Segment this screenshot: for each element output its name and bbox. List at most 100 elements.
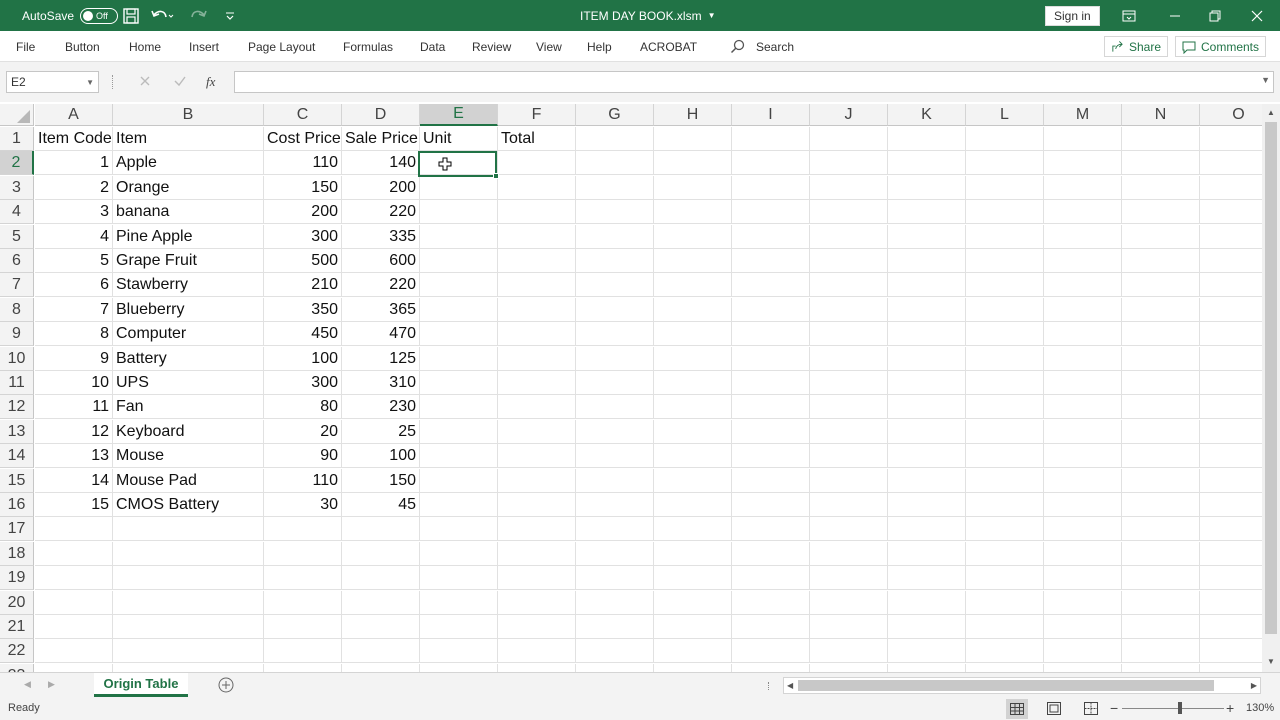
column-header-a[interactable]: A [35, 104, 113, 126]
cell-c10[interactable]: 100 [264, 347, 342, 371]
expand-formula-icon[interactable]: ▼ [1261, 75, 1270, 85]
cell-d22[interactable] [342, 639, 420, 663]
cell-f9[interactable] [498, 322, 576, 346]
cell-l6[interactable] [966, 249, 1044, 273]
cell-l7[interactable] [966, 273, 1044, 297]
worksheet-grid[interactable]: ABCDEFGHIJKLMNO 1 Item Code Item Cost Price… [0, 104, 1262, 672]
cell-m3[interactable] [1044, 176, 1122, 200]
cell-d10[interactable]: 125 [342, 347, 420, 371]
cell-b12[interactable]: Fan [113, 395, 264, 419]
cell-i3[interactable] [732, 176, 810, 200]
autosave-control[interactable]: AutoSave Off [22, 0, 119, 31]
cell-i20[interactable] [732, 591, 810, 615]
vertical-scroll-thumb[interactable] [1265, 122, 1277, 634]
page-layout-view-button[interactable] [1047, 702, 1061, 718]
cell-n17[interactable] [1122, 517, 1200, 541]
cell-a16[interactable]: 15 [35, 493, 113, 517]
cell-a23[interactable] [35, 664, 113, 672]
cell-o20[interactable] [1200, 591, 1262, 615]
column-header-c[interactable]: C [264, 104, 342, 126]
cell-e22[interactable] [420, 639, 498, 663]
cell-a17[interactable] [35, 517, 113, 541]
cell-g17[interactable] [576, 517, 654, 541]
cell-a7[interactable]: 6 [35, 273, 113, 297]
cell-e16[interactable] [420, 493, 498, 517]
cell-n9[interactable] [1122, 322, 1200, 346]
cell-k1[interactable] [888, 127, 966, 151]
cell-k8[interactable] [888, 298, 966, 322]
cell-b16[interactable]: CMOS Battery [113, 493, 264, 517]
cell-m14[interactable] [1044, 444, 1122, 468]
cell-j17[interactable] [810, 517, 888, 541]
insert-function-button[interactable]: fx [206, 74, 215, 90]
cell-a19[interactable] [35, 566, 113, 590]
cell-k6[interactable] [888, 249, 966, 273]
cell-l22[interactable] [966, 639, 1044, 663]
cell-a3[interactable]: 2 [35, 176, 113, 200]
cell-k18[interactable] [888, 542, 966, 566]
cell-l8[interactable] [966, 298, 1044, 322]
cell-n20[interactable] [1122, 591, 1200, 615]
cell-o3[interactable] [1200, 176, 1262, 200]
cell-g6[interactable] [576, 249, 654, 273]
cell-a1[interactable]: Item Code [35, 127, 113, 151]
cell-a5[interactable]: 4 [35, 225, 113, 249]
cell-e23[interactable] [420, 664, 498, 672]
cell-o23[interactable] [1200, 664, 1262, 672]
cell-g8[interactable] [576, 298, 654, 322]
zoom-slider-thumb[interactable] [1178, 702, 1182, 714]
cell-c13[interactable]: 20 [264, 420, 342, 444]
cell-i8[interactable] [732, 298, 810, 322]
tab-formulas[interactable]: Formulas [343, 31, 393, 62]
cell-k15[interactable] [888, 469, 966, 493]
cell-m12[interactable] [1044, 395, 1122, 419]
cell-a6[interactable]: 5 [35, 249, 113, 273]
zoom-out-button[interactable]: − [1110, 700, 1118, 716]
cell-m11[interactable] [1044, 371, 1122, 395]
row-header-7[interactable]: 7 [0, 273, 34, 297]
cell-e9[interactable] [420, 322, 498, 346]
name-box[interactable]: E2 ▼ [6, 71, 99, 93]
cell-h18[interactable] [654, 542, 732, 566]
cell-j7[interactable] [810, 273, 888, 297]
cell-l16[interactable] [966, 493, 1044, 517]
cell-h17[interactable] [654, 517, 732, 541]
cell-o9[interactable] [1200, 322, 1262, 346]
cell-n4[interactable] [1122, 200, 1200, 224]
tab-view[interactable]: View [536, 31, 562, 62]
cell-e19[interactable] [420, 566, 498, 590]
cell-b15[interactable]: Mouse Pad [113, 469, 264, 493]
cell-l18[interactable] [966, 542, 1044, 566]
zoom-slider[interactable] [1122, 708, 1224, 709]
cell-f19[interactable] [498, 566, 576, 590]
cell-o14[interactable] [1200, 444, 1262, 468]
cell-i14[interactable] [732, 444, 810, 468]
column-header-b[interactable]: B [113, 104, 264, 126]
cell-g14[interactable] [576, 444, 654, 468]
cell-o19[interactable] [1200, 566, 1262, 590]
cell-d21[interactable] [342, 615, 420, 639]
cell-h10[interactable] [654, 347, 732, 371]
row-header-1[interactable]: 1 [0, 127, 34, 151]
scroll-right-icon[interactable]: ▶ [1251, 681, 1257, 690]
row-header-10[interactable]: 10 [0, 347, 34, 371]
column-header-i[interactable]: I [732, 104, 810, 126]
cell-j9[interactable] [810, 322, 888, 346]
select-all-button[interactable] [0, 104, 34, 126]
cell-k20[interactable] [888, 591, 966, 615]
cell-k2[interactable] [888, 151, 966, 175]
cell-e7[interactable] [420, 273, 498, 297]
cell-b3[interactable]: Orange [113, 176, 264, 200]
cell-b19[interactable] [113, 566, 264, 590]
cell-f8[interactable] [498, 298, 576, 322]
formula-input[interactable]: ▼ [234, 71, 1274, 93]
cell-g2[interactable] [576, 151, 654, 175]
cell-d9[interactable]: 470 [342, 322, 420, 346]
cell-j20[interactable] [810, 591, 888, 615]
cell-i5[interactable] [732, 225, 810, 249]
tab-split-handle[interactable] [768, 682, 771, 690]
cell-g22[interactable] [576, 639, 654, 663]
cell-k21[interactable] [888, 615, 966, 639]
cell-o2[interactable] [1200, 151, 1262, 175]
cell-j1[interactable] [810, 127, 888, 151]
